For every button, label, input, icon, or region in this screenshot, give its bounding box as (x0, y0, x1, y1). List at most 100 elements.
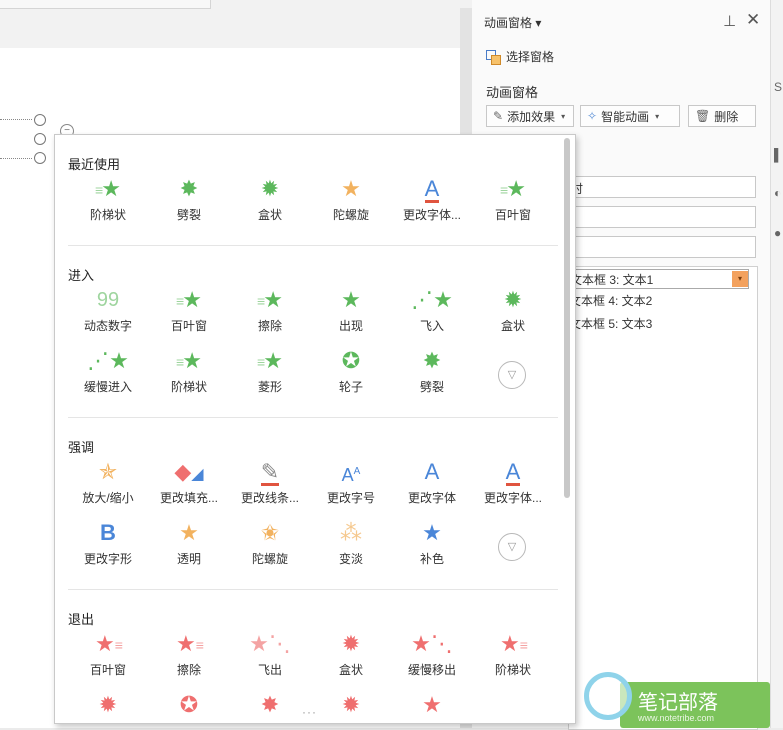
start-combo[interactable]: 时▾ (568, 176, 756, 198)
section-title-emphasis: 强调 (68, 440, 95, 455)
effect-item[interactable]: ★ 出现 (311, 287, 391, 334)
side-tool-icon[interactable]: ● (774, 226, 781, 240)
selection-pane-button[interactable]: 选择窗格 (486, 48, 554, 65)
trash-icon: 🗑 (695, 109, 711, 123)
text-box-border (0, 119, 32, 120)
fade-star-icon: ⁂ (340, 520, 362, 545)
font-a-icon: A (424, 459, 440, 484)
effect-item[interactable]: ≡★ 阶梯状 (68, 176, 148, 223)
effect-item[interactable]: A 更改字体 (392, 459, 472, 506)
more-emphasis-effects-button[interactable]: ▽ (498, 533, 526, 561)
grow-star-icon: ✯ (98, 459, 118, 484)
effect-item[interactable]: AA 更改字号 (311, 459, 391, 506)
exit-star-icon: ✹ (98, 692, 118, 717)
effect-item[interactable]: A 更改字体... (473, 459, 553, 506)
effect-item[interactable]: ≡★ 菱形 (230, 348, 310, 395)
delete-button[interactable]: 🗑 删除 (688, 105, 756, 127)
dropdown-scrollbar[interactable] (564, 138, 570, 498)
effect-item[interactable]: 99 动态数字 (68, 287, 148, 334)
effect-item[interactable]: ✪ 轮子 (311, 348, 391, 395)
wheel-star-icon: ✪ (341, 348, 361, 373)
list-item[interactable]: 文本框 4: 文本2 (569, 291, 755, 311)
effect-item[interactable]: ✸ 劈裂 (392, 348, 472, 395)
resize-handle[interactable] (34, 114, 46, 126)
effect-item[interactable]: ✹ 盒状 (311, 631, 391, 678)
add-effect-button[interactable]: ✎ 添加效果 ▾ (486, 105, 574, 127)
smart-animation-button[interactable]: ✧ 智能动画 ▾ (580, 105, 680, 127)
side-tool-icon[interactable]: ◐ (774, 186, 781, 200)
effect-item[interactable]: A 更改字体... (392, 176, 472, 223)
property-combo[interactable]: ▾ (568, 206, 756, 228)
effect-item[interactable]: ✎ 更改线条... (230, 459, 310, 506)
section-title-enter: 进入 (68, 268, 95, 283)
effect-item[interactable]: ★≡ 擦除 (149, 631, 229, 678)
effect-item[interactable]: ★⋱ 飞出 (230, 631, 310, 678)
effect-item[interactable]: ⋰★ 飞入 (392, 287, 472, 334)
effect-item[interactable]: ⋰★ 缓慢进入 (68, 348, 148, 395)
section-divider (68, 245, 558, 246)
effect-item-partial[interactable]: ★ (392, 692, 472, 718)
box-star-icon: ✹ (503, 287, 523, 312)
font-size-icon: AA (341, 465, 361, 485)
effect-item[interactable]: ★ 陀螺旋 (311, 176, 391, 223)
effect-item[interactable]: ≡★ 阶梯状 (149, 348, 229, 395)
effect-item[interactable]: ≡★ 百叶窗 (473, 176, 553, 223)
text-box-border (0, 158, 32, 159)
list-item[interactable]: 文本框 3: 文本1 ▾ (569, 269, 749, 289)
font-a-underline-icon: A (505, 459, 521, 486)
resize-grip-icon[interactable]: ··· (302, 705, 317, 719)
side-tool-icon[interactable]: ▌ (774, 148, 783, 162)
speed-combo[interactable]: )▾ (568, 236, 756, 258)
resize-handle[interactable] (34, 152, 46, 164)
bold-b-icon: B (100, 520, 116, 545)
spin-star-icon: ✬ (260, 520, 280, 545)
effect-item[interactable]: ◆◢ 更改填充... (149, 459, 229, 506)
transparent-star-icon: ★ (179, 520, 199, 545)
effect-item[interactable]: ✸ 劈裂 (149, 176, 229, 223)
effect-item-partial[interactable]: ✸ (230, 692, 310, 718)
effect-item[interactable]: ✹ 盒状 (230, 176, 310, 223)
effect-item[interactable]: ⁂ 变淡 (311, 520, 391, 567)
resize-handle[interactable] (34, 133, 46, 145)
fill-bucket-icon: ◆◢ (174, 459, 204, 484)
effect-item[interactable]: ★ 透明 (149, 520, 229, 567)
tab-strip (0, 0, 211, 9)
complement-star-icon: ★ (422, 520, 442, 545)
effect-item-partial[interactable]: ✹ (311, 692, 391, 718)
effect-item[interactable]: ≡★ 百叶窗 (149, 287, 229, 334)
close-icon[interactable]: ✕ (746, 10, 760, 30)
slow-in-star-icon: ⋰★ (87, 348, 129, 373)
sparkle-icon: ✧ (587, 109, 598, 123)
digits-icon: 99 (96, 289, 120, 311)
section-title-exit: 退出 (68, 612, 95, 627)
effect-item[interactable]: ★≡ 百叶窗 (68, 631, 148, 678)
effect-item[interactable]: ≡★ 擦除 (230, 287, 310, 334)
more-enter-effects-button[interactable]: ▽ (498, 361, 526, 389)
pin-icon[interactable]: ⊥ (723, 12, 736, 30)
effect-item-partial[interactable]: ✹ (68, 692, 148, 718)
effect-item[interactable]: ✹ 盒状 (473, 287, 553, 334)
effect-item[interactable]: ★⋱ 缓慢移出 (392, 631, 472, 678)
watermark-logo: 笔记部落 www.notetribe.com (580, 660, 780, 728)
effect-item[interactable]: B 更改字形 (68, 520, 148, 567)
exit-star-icon: ✹ (341, 692, 361, 717)
appear-star-icon: ★ (341, 287, 361, 312)
chevron-down-icon: ▽ (507, 541, 517, 553)
list-item[interactable]: 文本框 5: 文本3 (569, 314, 755, 334)
exit-star-icon: ✪ (179, 692, 199, 717)
effect-item[interactable]: ✯ 放大/缩小 (68, 459, 148, 506)
pane-title[interactable]: 动画窗格 ▾ (484, 14, 541, 31)
chevron-down-icon: ▽ (507, 369, 517, 381)
chevron-down-icon: ▾ (571, 242, 751, 251)
section-label: 动画窗格 (486, 85, 539, 100)
chevron-down-icon[interactable]: ▾ (732, 271, 748, 287)
effect-item[interactable]: ✬ 陀螺旋 (230, 520, 310, 567)
effect-item[interactable]: ★ 补色 (392, 520, 472, 567)
section-title-recent: 最近使用 (68, 157, 121, 172)
exit-star-icon: ★ (422, 692, 442, 717)
selection-pane-icon (486, 49, 501, 65)
side-tool-icon[interactable]: S (774, 80, 782, 94)
stairs-star-icon: ★≡ (500, 631, 528, 656)
effect-item-partial[interactable]: ✪ (149, 692, 229, 718)
effect-item[interactable]: ★≡ 阶梯状 (473, 631, 553, 678)
